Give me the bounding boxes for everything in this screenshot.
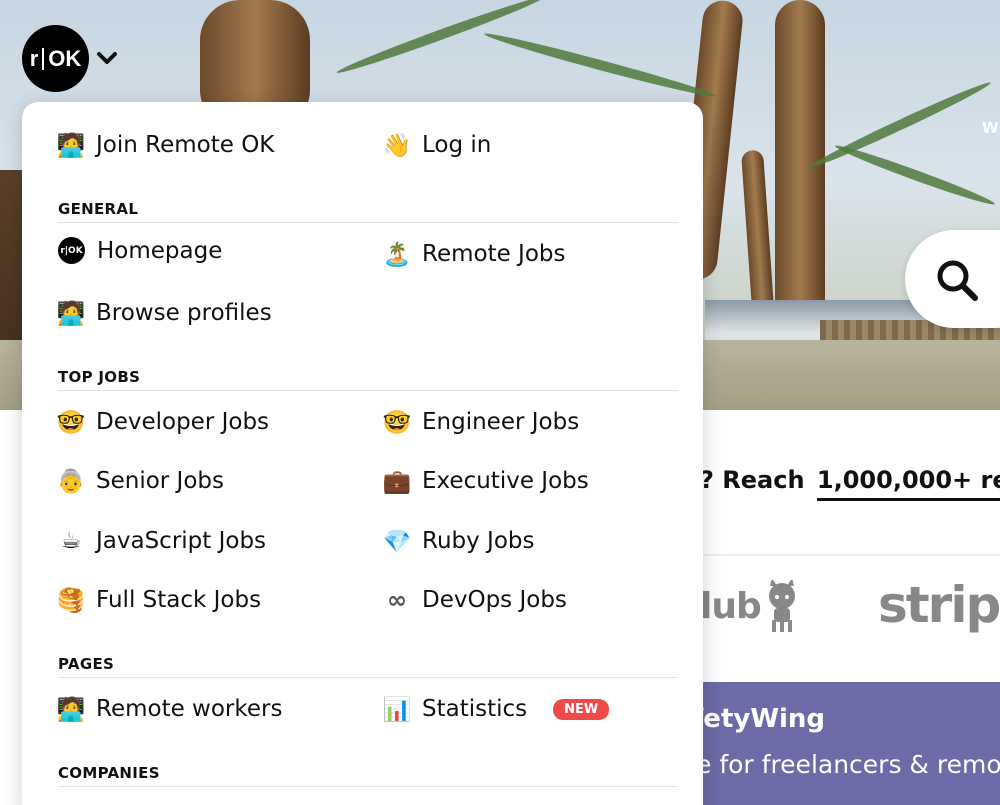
nerd-face-icon: 🤓 xyxy=(382,409,412,436)
menu-item-label: Executive Jobs xyxy=(422,468,589,494)
octocat-icon xyxy=(769,580,795,632)
section-title: PAGES xyxy=(58,655,115,673)
palm-frond xyxy=(482,29,718,101)
menu-item-label: Senior Jobs xyxy=(96,468,224,494)
menu-item-label: Full Stack Jobs xyxy=(96,587,262,613)
menu-item-statistics[interactable]: 📊 Statistics NEW xyxy=(382,696,610,723)
menu-item-fullstack-jobs[interactable]: 🥞 Full Stack Jobs xyxy=(56,587,262,614)
section-pages: PAGES xyxy=(58,655,678,678)
reach-headline: ? Reach 1,000,000+ rem xyxy=(700,466,1000,501)
hero-heading-partial: W xyxy=(982,119,999,137)
trusted-logos: lub stripe xyxy=(700,576,1000,646)
older-person-icon: 👵 xyxy=(56,468,86,495)
bar-chart-icon: 📊 xyxy=(382,696,412,723)
banner-title: fetyWing xyxy=(692,704,826,734)
menu-item-label: Statistics xyxy=(422,696,528,722)
briefcase-icon: 💼 xyxy=(382,468,412,495)
menu-item-senior-jobs[interactable]: 👵 Senior Jobs xyxy=(56,468,224,495)
menu-item-executive-jobs[interactable]: 💼 Executive Jobs xyxy=(382,468,589,495)
menu-item-label: Homepage xyxy=(97,237,223,264)
nerd-face-icon: 🤓 xyxy=(56,409,86,436)
person-laptop-icon: 🧑‍💻 xyxy=(56,132,86,159)
github-logo-text: lub xyxy=(700,586,762,627)
logo-text-right: OK xyxy=(48,45,82,71)
palm-frond xyxy=(833,141,997,209)
menu-item-homepage[interactable]: r|OK Homepage xyxy=(58,237,222,264)
desert-island-icon: 🏝️ xyxy=(382,241,412,268)
menu-item-label: DevOps Jobs xyxy=(422,587,567,613)
search-button[interactable] xyxy=(905,230,1000,328)
reach-number: 1,000,000+ rem xyxy=(816,466,1000,501)
menu-item-label: JavaScript Jobs xyxy=(96,528,267,554)
banner-subtitle: e for freelancers & remo xyxy=(696,750,1000,779)
logo-separator xyxy=(42,47,45,70)
person-laptop-icon: 🧑‍💻 xyxy=(56,696,86,723)
section-title: TOP JOBS xyxy=(58,368,141,386)
menu-item-remote-jobs[interactable]: 🏝️ Remote Jobs xyxy=(382,241,566,268)
section-title: COMPANIES xyxy=(58,764,160,782)
menu-item-label: Join Remote OK xyxy=(96,132,275,158)
reach-prefix: ? Reach xyxy=(700,466,805,494)
stripe-logo-text: stripe xyxy=(878,576,1000,634)
section-title: GENERAL xyxy=(58,200,139,218)
remoteok-logo-icon: r|OK xyxy=(58,237,85,264)
divider xyxy=(700,554,1000,556)
section-general: GENERAL xyxy=(58,200,678,223)
new-badge: NEW xyxy=(553,698,610,720)
menu-item-javascript-jobs[interactable]: ☕ JavaScript Jobs xyxy=(58,528,266,554)
gem-icon: 💎 xyxy=(382,528,412,555)
menu-item-join[interactable]: 🧑‍💻 Join Remote OK xyxy=(56,132,275,159)
menu-item-browse-profiles[interactable]: 🧑‍💻 Browse profiles xyxy=(56,300,272,327)
menu-item-engineer-jobs[interactable]: 🤓 Engineer Jobs xyxy=(382,409,580,436)
waving-hand-icon: 👋 xyxy=(382,132,412,159)
menu-item-label: Remote workers xyxy=(96,696,283,722)
menu-item-label: Engineer Jobs xyxy=(422,409,580,435)
safetywing-banner[interactable]: fetyWing e for freelancers & remo xyxy=(692,682,1000,805)
nav-dropdown-menu: 🧑‍💻 Join Remote OK 👋 Log in GENERAL r|OK… xyxy=(22,102,703,805)
menu-item-login[interactable]: 👋 Log in xyxy=(382,132,492,159)
menu-item-remote-workers[interactable]: 🧑‍💻 Remote workers xyxy=(56,696,283,723)
chevron-down-icon[interactable] xyxy=(96,50,118,66)
section-companies: COMPANIES xyxy=(58,764,678,787)
menu-item-label: Log in xyxy=(422,132,492,158)
coffee-icon: ☕ xyxy=(60,528,82,554)
menu-item-label: Browse profiles xyxy=(96,300,272,326)
search-icon xyxy=(937,260,978,301)
menu-item-label: Developer Jobs xyxy=(96,409,270,435)
pancakes-icon: 🥞 xyxy=(56,587,86,614)
menu-item-label: Remote Jobs xyxy=(422,241,566,267)
menu-item-ruby-jobs[interactable]: 💎 Ruby Jobs xyxy=(382,528,535,555)
menu-item-developer-jobs[interactable]: 🤓 Developer Jobs xyxy=(56,409,270,436)
menu-item-devops-jobs[interactable]: ∞ DevOps Jobs xyxy=(384,586,567,614)
person-laptop-icon: 🧑‍💻 xyxy=(56,300,86,327)
section-top-jobs: TOP JOBS xyxy=(58,368,678,391)
menu-item-label: Ruby Jobs xyxy=(422,528,535,554)
logo-text-left: r xyxy=(29,45,39,71)
palm-frond xyxy=(807,78,993,172)
remoteok-logo-button[interactable]: r OK xyxy=(22,25,89,92)
infinity-icon: ∞ xyxy=(387,586,407,614)
